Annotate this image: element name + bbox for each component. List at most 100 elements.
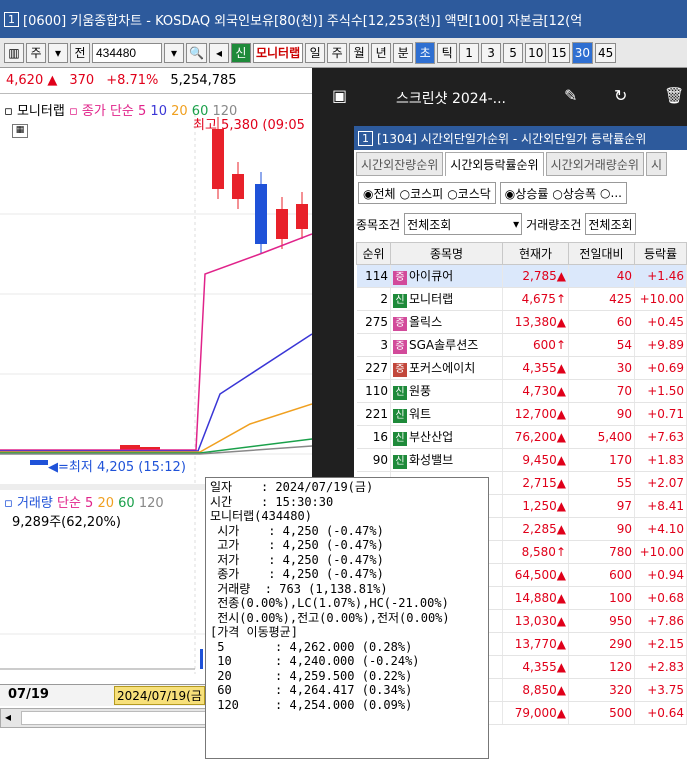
candle-body [296,204,308,229]
table-row[interactable]: 114 증 아이큐어 2,785▲ 40 +1.46 [356,264,687,288]
cell-diff: 600 [568,563,635,587]
tooltip-line: 시가 : 4,250 (-0.47%) [210,523,384,538]
up-arrow-icon: ▲ [556,315,566,329]
up-arrow-icon: ▲ [556,407,566,421]
cell-diff: 950 [568,609,635,633]
col-price[interactable]: 현재가 [502,242,569,265]
radio-more[interactable]: ○... [600,186,622,200]
interval-45[interactable]: 45 [594,42,617,63]
candle-body [30,460,48,465]
scroll-left-icon[interactable]: ◂ [5,710,11,724]
code-dropdown-icon[interactable]: ▾ [164,42,184,63]
volume-bar [200,649,203,669]
volume-condition-select[interactable]: 전체조회 [585,213,636,235]
period-tick[interactable]: 틱 [437,42,458,63]
search-icon[interactable]: 🔍 [186,42,207,63]
cell-rate: +10.00 [634,287,687,311]
up-arrow-icon: ▲ [556,614,566,628]
viewer-title: 스크린샷 2024-... [396,91,507,107]
tooltip-line: 20 : 4,259.500 (0.22%) [210,668,413,683]
condition-row: 종목조건 전체조회 ▾ 거래량조건 전체조회 [354,212,687,236]
speaker-icon[interactable]: ◂ [208,42,229,63]
layout-icon[interactable]: ▥ [4,42,24,63]
up-arrow-icon: ▲ [556,384,566,398]
period-minute[interactable]: 분 [393,42,414,63]
up-arrow-icon: ↑ [555,545,566,559]
period-week[interactable]: 주 [327,42,348,63]
table-row[interactable]: 16 신 부산산업 76,200▲ 5,400 +7.63 [356,425,687,449]
cell-price: 64,500▲ [502,563,569,587]
col-rank[interactable]: 순위 [356,242,391,265]
table-row[interactable]: 3 증 SGA솔루션즈 600↑ 54 +9.89 [356,333,687,357]
ranking-title-bar: 1 [1304] 시간외단일가순위 - 시간외단일가 등락률순위 [354,126,687,150]
cell-diff: 425 [568,287,635,311]
cell-diff: 100 [568,586,635,610]
period-day[interactable]: 일 [305,42,326,63]
table-icon[interactable]: ▦ [12,124,28,138]
market-badge: 신 [393,409,407,423]
cell-diff: 780 [568,540,635,564]
stock-code-input[interactable] [92,42,162,63]
rotate-icon[interactable]: ↻ [614,86,627,105]
radio-rise-amount[interactable]: ○상승폭 [552,185,596,202]
ma-line [0,333,312,452]
cell-price: 8,850▲ [502,678,569,702]
menu-button[interactable]: 주 [26,42,46,63]
tab-remaining-rank[interactable]: 시간외잔량순위 [356,152,444,176]
interval-10[interactable]: 10 [525,42,547,63]
up-arrow-icon: ▲ [556,683,566,697]
table-row[interactable]: 221 신 워트 12,700▲ 90 +0.71 [356,402,687,426]
up-arrow-icon: ▲ [556,361,566,375]
cell-diff: 290 [568,632,635,656]
code-type-button[interactable]: 전 [70,42,90,63]
table-row[interactable]: 2 신 모니터랩 4,675↑ 425 +10.00 [356,287,687,311]
cell-name: 신 워트 [390,402,503,426]
condition-select[interactable]: 전체조회 ▾ [404,213,523,235]
radio-rise-rate[interactable]: ◉상승률 [505,185,549,202]
up-arrow-icon: ▲ [556,706,566,720]
tooltip-line: 60 : 4,264.417 (0.34%) [210,683,413,697]
tab-rate-rank[interactable]: 시간외등락률순위 [445,152,544,176]
interval-5[interactable]: 5 [503,42,524,63]
interval-3[interactable]: 3 [481,42,502,63]
trash-icon[interactable]: 🗑 [664,86,684,105]
tab-volume-rank[interactable]: 시간외거래량순위 [545,152,644,176]
cell-rate: +0.45 [634,310,687,334]
cell-price: 13,770▲ [502,632,569,656]
cell-rate: +7.63 [634,425,687,449]
cell-rate: +0.64 [634,701,687,725]
cell-price: 14,880▲ [502,586,569,610]
tooltip-line: 10 : 4,240.000 (-0.24%) [210,654,420,668]
cell-rate: +8.41 [634,494,687,518]
tab-more[interactable]: 시 [645,152,667,176]
interval-1[interactable]: 1 [459,42,480,63]
col-name[interactable]: 종목명 [390,242,503,265]
cell-rate: +0.71 [634,402,687,426]
menu-dropdown-icon[interactable]: ▾ [48,42,68,63]
table-row[interactable]: 227 증 포커스에이치 4,355▲ 30 +0.69 [356,356,687,380]
table-row[interactable]: 90 신 화성밸브 9,450▲ 170 +1.83 [356,448,687,472]
period-year[interactable]: 년 [371,42,392,63]
edit-icon[interactable]: ✎ [564,86,577,105]
col-diff[interactable]: 전일대비 [568,242,635,265]
tooltip-line: 모니터랩(434480) [210,509,312,523]
radio-kospi[interactable]: ○코스피 [400,185,444,202]
period-month[interactable]: 월 [349,42,370,63]
cell-diff: 70 [568,379,635,403]
cell-rate: +2.83 [634,655,687,679]
period-second[interactable]: 초 [415,41,436,64]
cell-rank: 110 [356,379,391,403]
col-rate[interactable]: 등락률 [634,242,687,265]
image-icon[interactable]: ▣ [332,86,347,105]
table-row[interactable]: 110 신 원풍 4,730▲ 70 +1.50 [356,379,687,403]
radio-all[interactable]: ◉전체 [363,185,396,202]
market-badge: 신 [393,432,407,446]
table-row[interactable]: 275 증 올릭스 13,380▲ 60 +0.45 [356,310,687,334]
interval-15[interactable]: 15 [548,42,570,63]
cell-price: 9,450▲ [502,448,569,472]
tooltip-line: 저가 : 4,250 (-0.47%) [210,552,384,567]
tooltip-line: 종가 : 4,250 (-0.47%) [210,567,384,581]
volume-ma-label: 단순 5 [56,496,94,511]
interval-30[interactable]: 30 [571,41,593,64]
radio-kosdaq[interactable]: ○코스닥 [447,185,491,202]
